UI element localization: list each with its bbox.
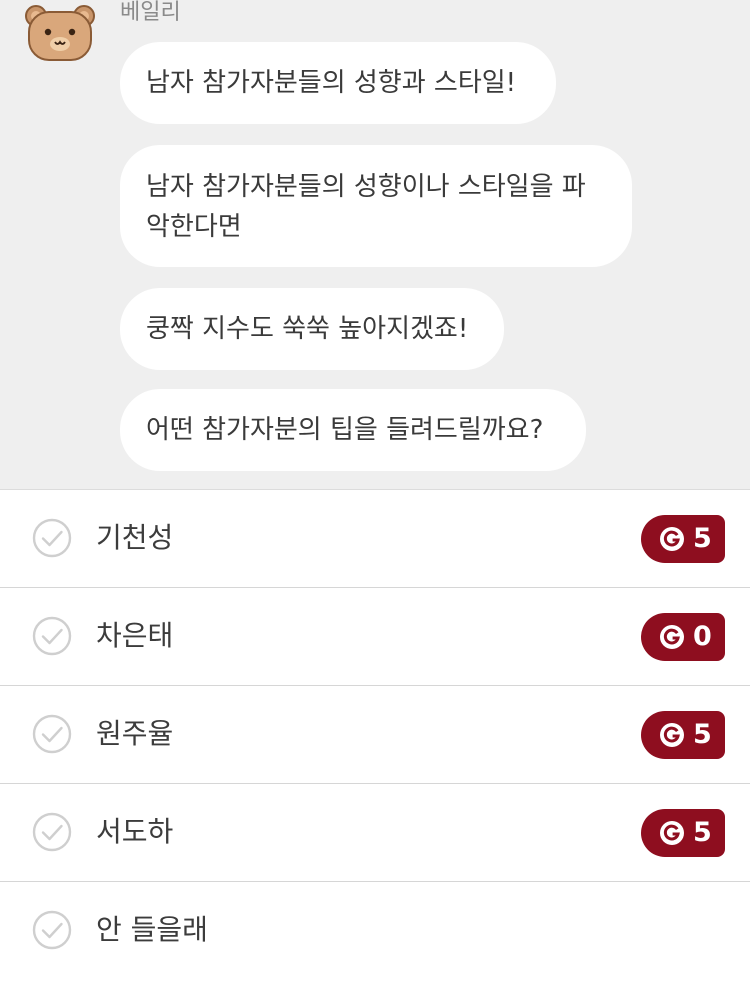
choice-label: 기천성: [96, 521, 174, 554]
check-circle-icon: [32, 518, 72, 558]
chat-area: 베일리 남자 참가자분들의 성향과 스타일! 남자 참가자분들의 성향이나 스타…: [0, 0, 750, 490]
check-circle-icon: [32, 910, 72, 950]
chat-message: 어떤 참가자분의 팁을 들려드릴까요?: [120, 389, 586, 471]
choice-list: 기천성 5 차은태 0 원주율 5 서도하 5 안 들을래: [0, 490, 750, 980]
choice-label: 차은태: [96, 619, 174, 652]
cost-value: 5: [693, 719, 712, 750]
choice-label: 서도하: [96, 815, 174, 848]
choice-option-wonjuyul[interactable]: 원주율 5: [0, 686, 750, 784]
cost-badge: 5: [641, 515, 725, 563]
choice-option-chaeuntae[interactable]: 차은태 0: [0, 588, 750, 686]
check-circle-icon: [32, 812, 72, 852]
choice-label: 안 들을래: [96, 913, 208, 946]
bear-face-icon: [25, 5, 95, 61]
cost-value: 5: [693, 817, 712, 848]
choice-label: 원주율: [96, 717, 174, 750]
choice-option-gicheonseong[interactable]: 기천성 5: [0, 490, 750, 588]
choice-option-skip[interactable]: 안 들을래: [0, 882, 750, 980]
cost-value: 0: [693, 621, 712, 652]
coin-g-icon: [660, 527, 684, 551]
sender-name: 베일리: [120, 0, 181, 25]
chat-message: 남자 참가자분들의 성향과 스타일!: [120, 42, 556, 124]
cost-badge: 5: [641, 711, 725, 759]
coin-g-icon: [660, 723, 684, 747]
coin-g-icon: [660, 821, 684, 845]
check-circle-icon: [32, 714, 72, 754]
coin-g-icon: [660, 625, 684, 649]
chat-message: 쿵짝 지수도 쑥쑥 높아지겠죠!: [120, 288, 504, 370]
chat-message: 남자 참가자분들의 성향이나 스타일을 파악한다면: [120, 145, 632, 267]
cost-value: 5: [693, 523, 712, 554]
cost-badge: 0: [641, 613, 725, 661]
choice-option-seodoha[interactable]: 서도하 5: [0, 784, 750, 882]
check-circle-icon: [32, 616, 72, 656]
cost-badge: 5: [641, 809, 725, 857]
